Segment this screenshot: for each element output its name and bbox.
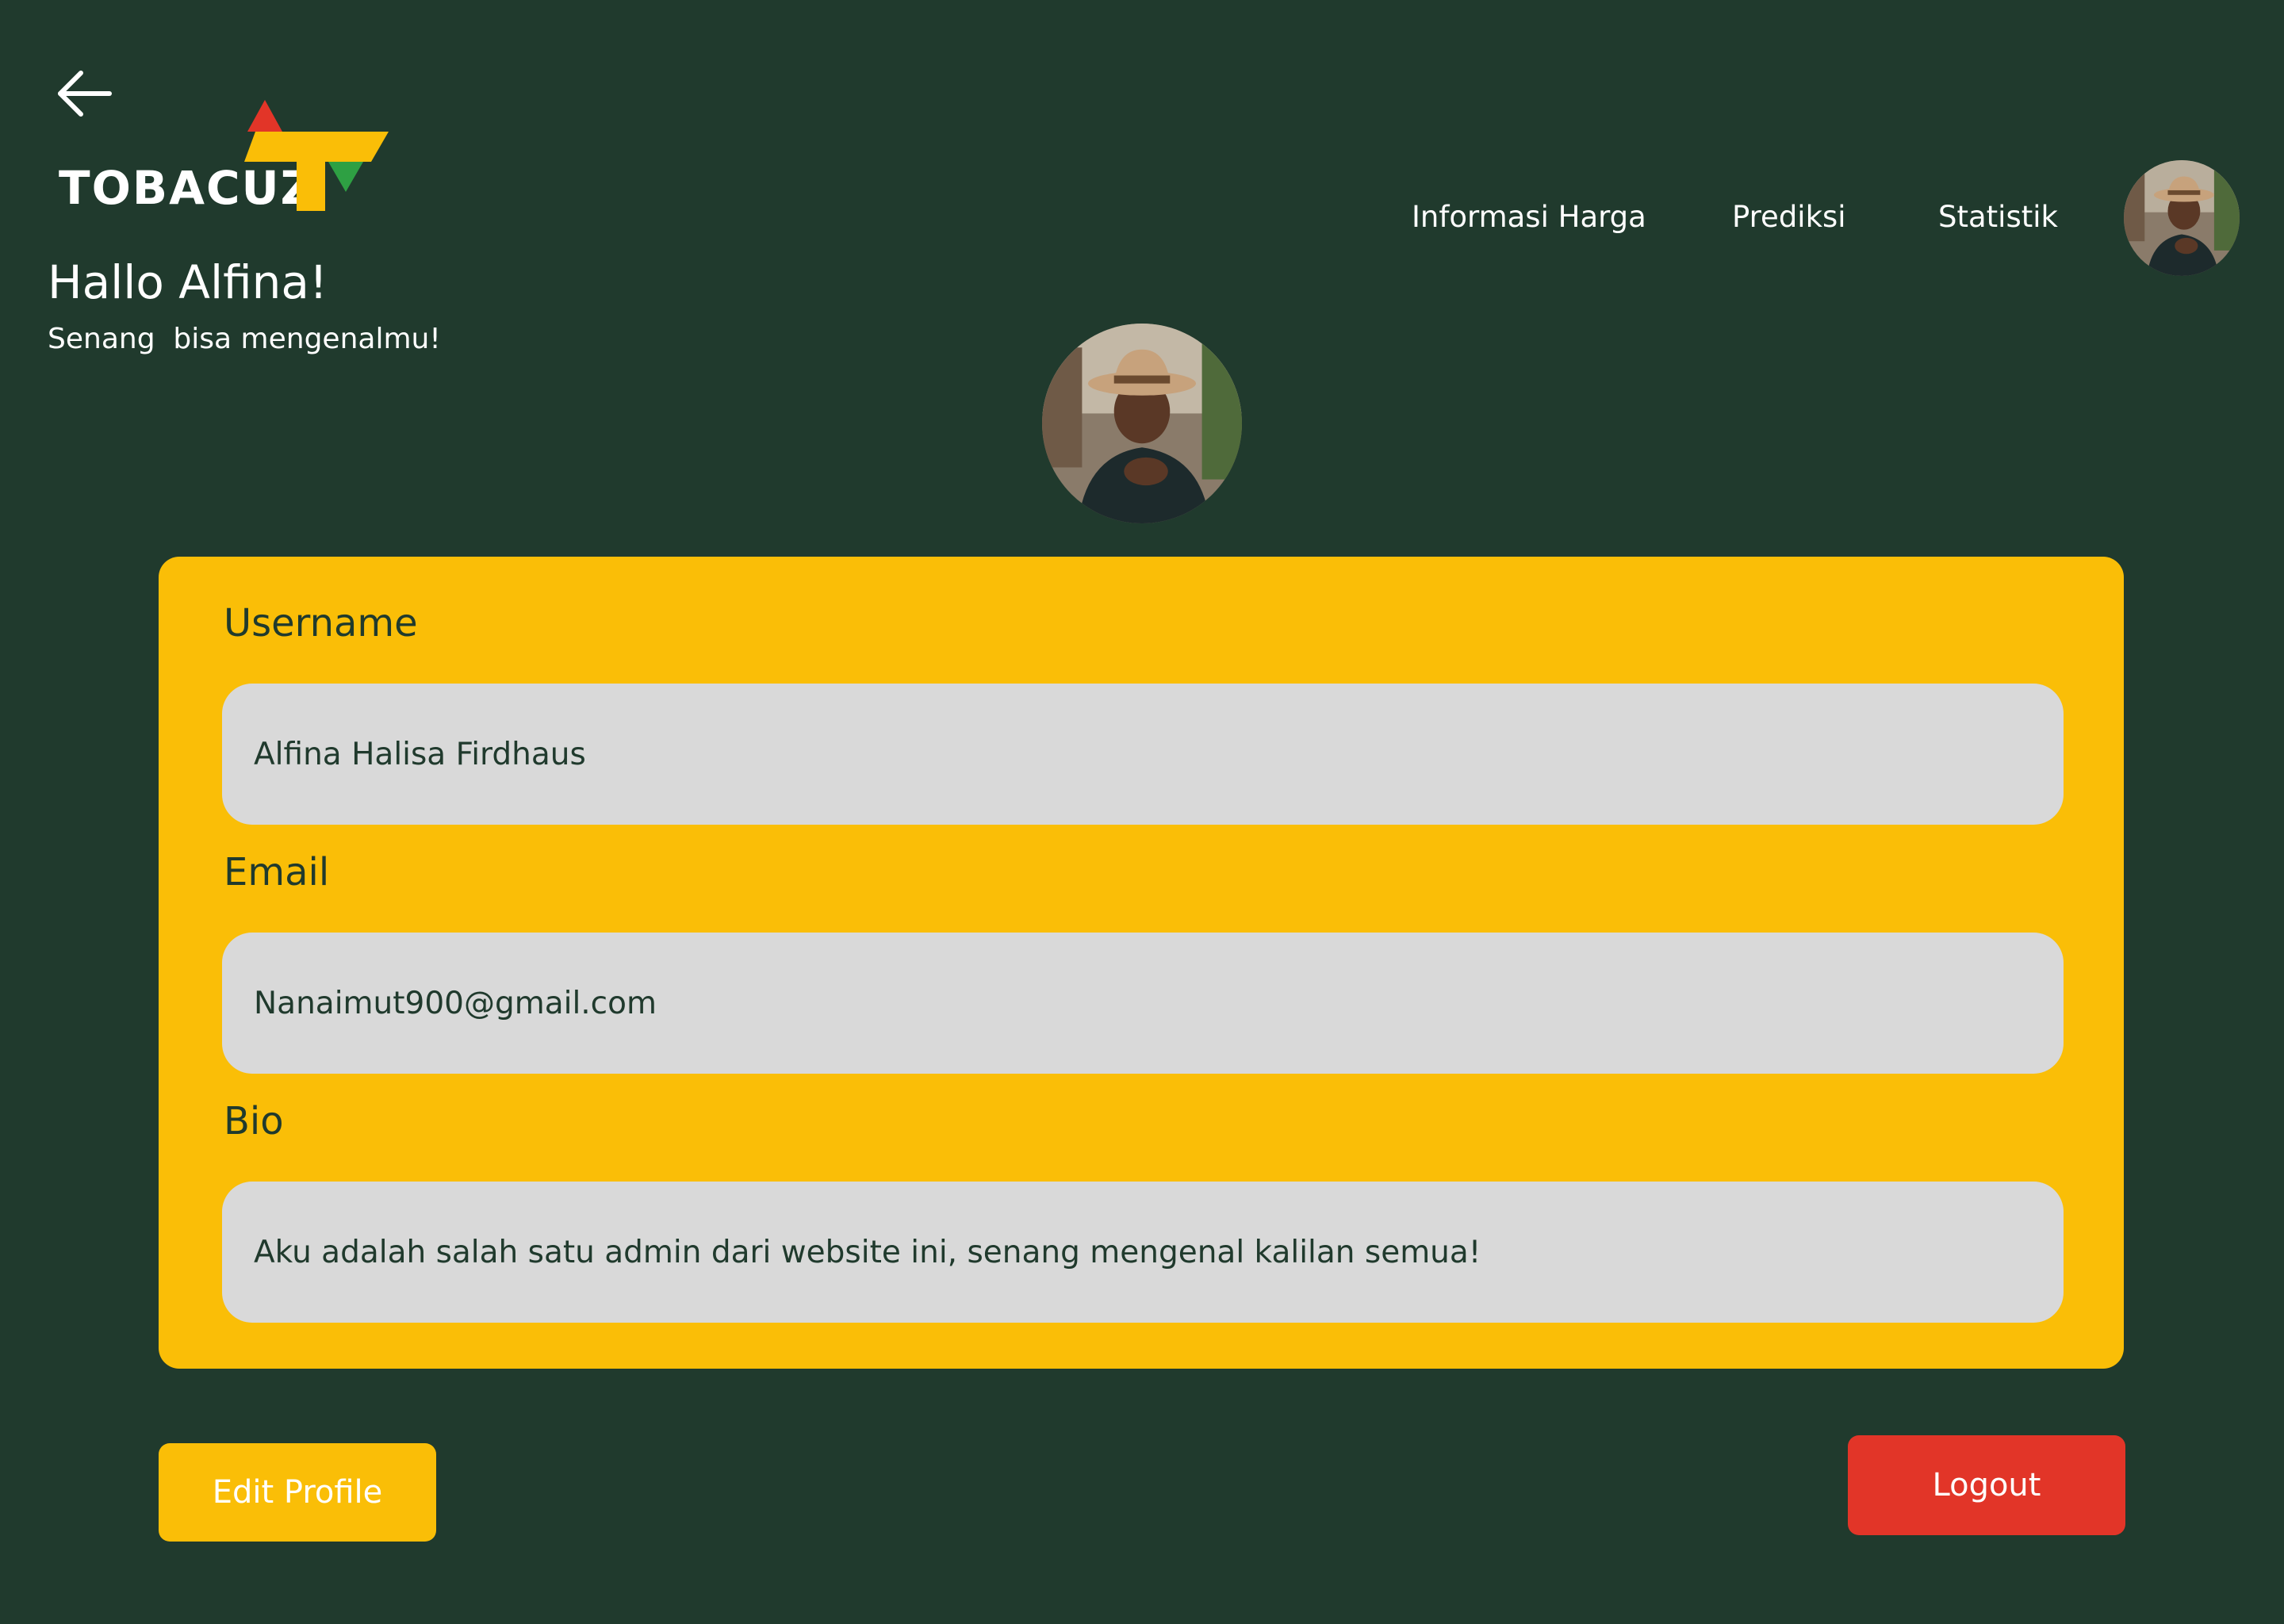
bio-field[interactable] [222,1182,2064,1323]
profile-card: Username Email Bio [159,557,2124,1369]
nav-prediksi[interactable]: Prediksi [1732,193,1846,241]
username-label: Username [224,601,418,645]
logo-mark-icon [244,100,389,211]
logout-button[interactable]: Logout [1848,1435,2125,1535]
edit-profile-button[interactable]: Edit Profile [159,1443,436,1542]
greeting-title: Hallo Alfina! [48,255,328,309]
header-avatar[interactable] [2124,160,2240,276]
profile-avatar [1042,324,1242,523]
username-field[interactable] [222,684,2064,825]
email-label: Email [224,850,330,894]
email-field[interactable] [222,933,2064,1074]
user-avatar-image [2124,160,2240,276]
user-avatar-image [1042,324,1242,523]
logo: TOBACUZ [56,100,389,219]
greeting-subtitle: Senang bisa mengenalmu! [48,323,441,355]
nav-informasi-harga[interactable]: Informasi Harga [1412,193,1646,241]
bio-label: Bio [224,1099,284,1143]
nav-statistik[interactable]: Statistik [1938,193,2058,241]
